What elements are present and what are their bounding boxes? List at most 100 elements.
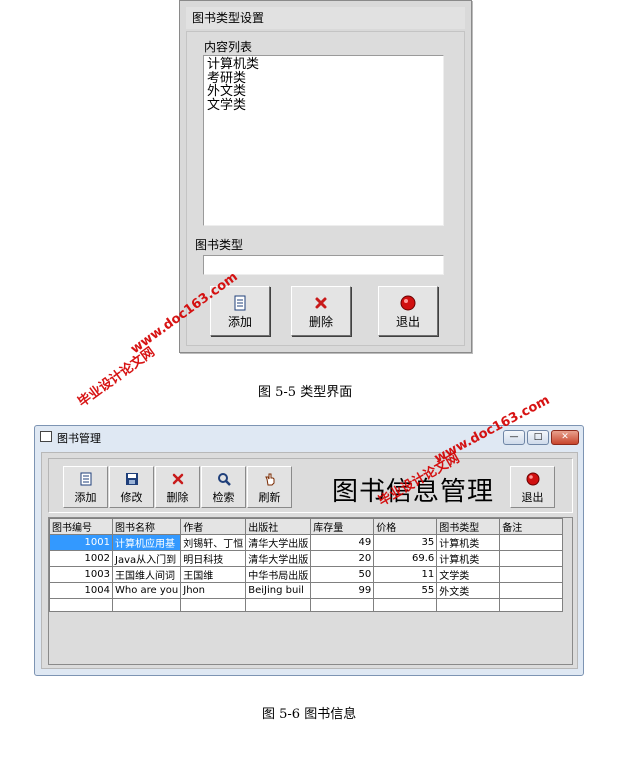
window-client-area: 添加 修改 删除 检索 刷新 图书信息管理 退出 图书编号 图书名称 作者 出版… <box>41 452 578 669</box>
app-icon <box>40 431 52 442</box>
column-header[interactable]: 图书编号 <box>49 518 113 535</box>
table-row[interactable]: 1002 Java从入门到 明日科技 清华大学出版 20 69.6 计算机类 <box>49 550 564 567</box>
document-icon <box>80 472 91 486</box>
table-cell[interactable] <box>49 598 113 612</box>
table-cell[interactable]: 明日科技 <box>180 550 247 567</box>
table-cell[interactable]: 计算机类 <box>436 550 501 567</box>
table-cell[interactable] <box>180 598 247 612</box>
table-cell[interactable]: 1001 <box>49 534 113 551</box>
toolbar-edit-label: 修改 <box>120 491 143 504</box>
book-type-input[interactable] <box>203 255 444 275</box>
toolbar-edit-button[interactable]: 修改 <box>109 466 154 508</box>
list-item[interactable]: 文学类 <box>207 98 440 113</box>
table-cell[interactable]: 刘锡轩、丁恒 <box>180 534 247 551</box>
document-icon <box>234 295 246 311</box>
table-cell[interactable]: Jhon <box>180 582 247 599</box>
book-table: 图书编号 图书名称 作者 出版社 库存量 价格 图书类型 备注 1001 计算机… <box>49 518 564 612</box>
exit-button-label: 退出 <box>395 315 420 329</box>
table-cell[interactable]: 99 <box>310 582 375 599</box>
column-header[interactable]: 作者 <box>180 518 247 535</box>
content-list-label: 内容列表 <box>204 40 253 54</box>
list-item[interactable]: 计算机类 <box>207 58 440 72</box>
table-cell[interactable] <box>436 598 501 612</box>
list-item[interactable]: 外文类 <box>207 85 440 99</box>
table-cell[interactable]: 49 <box>310 534 375 551</box>
table-cell[interactable] <box>499 598 564 612</box>
toolbar-add-button[interactable]: 添加 <box>63 466 108 508</box>
table-row[interactable]: 1004 Who are you Jhon BeiJing buil 99 55… <box>49 582 564 599</box>
table-cell[interactable] <box>499 550 564 567</box>
exit-icon <box>400 295 416 311</box>
delete-x-icon <box>315 297 327 309</box>
table-cell[interactable]: 计算机应用基 <box>111 534 182 551</box>
table-cell[interactable]: 中华书局出版 <box>245 566 312 583</box>
figure-caption-5-6: 图 5-6 图书信息 <box>262 707 357 722</box>
table-cell[interactable] <box>310 598 375 612</box>
add-button-label: 添加 <box>227 315 252 329</box>
table-cell[interactable] <box>499 582 564 599</box>
book-type-label: 图书类型 <box>195 238 244 252</box>
delete-button-label: 删除 <box>308 315 333 329</box>
table-header-row: 图书编号 图书名称 作者 出版社 库存量 价格 图书类型 备注 <box>49 518 564 535</box>
table-cell[interactable]: BeiJing buil <box>245 582 312 599</box>
exit-icon <box>526 472 539 486</box>
table-cell[interactable]: 50 <box>310 566 375 583</box>
toolbar: 添加 修改 删除 检索 刷新 图书信息管理 退出 <box>48 458 573 513</box>
minimize-button[interactable]: — <box>503 430 525 445</box>
column-header[interactable]: 图书类型 <box>436 518 501 535</box>
table-cell[interactable]: Java从入门到 <box>111 550 182 567</box>
toolbar-delete-label: 删除 <box>166 491 189 504</box>
table-cell[interactable] <box>499 534 564 551</box>
toolbar-refresh-label: 刷新 <box>258 491 281 504</box>
book-data-grid[interactable]: 图书编号 图书名称 作者 出版社 库存量 价格 图书类型 备注 1001 计算机… <box>48 517 573 665</box>
list-item[interactable]: 考研类 <box>207 71 440 86</box>
table-cell[interactable]: 35 <box>373 534 438 551</box>
window-title: 图书管理 <box>57 432 101 445</box>
column-header[interactable]: 出版社 <box>245 518 312 535</box>
toolbar-search-button[interactable]: 检索 <box>201 466 246 508</box>
toolbar-delete-button[interactable]: 删除 <box>155 466 200 508</box>
table-cell[interactable] <box>373 598 438 612</box>
table-cell[interactable]: 王国维 <box>180 566 247 583</box>
table-row[interactable]: 1003 王国维人间词 王国维 中华书局出版 50 11 文学类 <box>49 566 564 583</box>
table-row[interactable]: 1001 计算机应用基 刘锡轩、丁恒 清华大学出版 49 35 计算机类 <box>49 534 564 551</box>
book-management-window: 图书管理 — □ ✕ 添加 修改 删除 检索 刷新 图书信息管理 退出 图书编号… <box>34 425 584 676</box>
table-cell[interactable]: 1002 <box>49 550 113 567</box>
table-cell[interactable]: 11 <box>373 566 438 583</box>
table-cell[interactable]: 1004 <box>49 582 113 599</box>
save-disk-icon <box>125 473 138 485</box>
table-cell[interactable]: 文学类 <box>436 566 501 583</box>
toolbar-search-label: 检索 <box>212 491 235 504</box>
table-cell[interactable]: 20 <box>310 550 375 567</box>
table-cell[interactable]: Who are you <box>111 582 182 599</box>
table-cell[interactable]: 清华大学出版 <box>245 534 312 551</box>
column-header[interactable]: 库存量 <box>310 518 375 535</box>
table-cell[interactable]: 计算机类 <box>436 534 501 551</box>
toolbar-add-label: 添加 <box>74 491 97 504</box>
delete-button[interactable]: 删除 <box>291 286 351 336</box>
toolbar-exit-button[interactable]: 退出 <box>510 466 555 508</box>
exit-button[interactable]: 退出 <box>378 286 438 336</box>
table-cell[interactable]: 69.6 <box>373 550 438 567</box>
table-cell[interactable]: 55 <box>373 582 438 599</box>
table-cell[interactable] <box>499 566 564 583</box>
toolbar-exit-label: 退出 <box>521 491 544 504</box>
column-header[interactable]: 图书名称 <box>111 518 182 535</box>
hand-pointer-icon <box>264 473 274 486</box>
search-icon <box>217 473 231 486</box>
watermark-site-name: 毕业设计论文网 <box>75 344 158 411</box>
toolbar-refresh-button[interactable]: 刷新 <box>247 466 292 508</box>
table-row-empty[interactable] <box>49 598 564 612</box>
table-cell[interactable]: 1003 <box>49 566 113 583</box>
table-cell[interactable] <box>245 598 312 612</box>
table-cell[interactable]: 清华大学出版 <box>245 550 312 567</box>
table-cell[interactable]: 外文类 <box>436 582 501 599</box>
maximize-button[interactable]: □ <box>527 430 549 445</box>
category-listbox[interactable]: 计算机类 考研类 外文类 文学类 <box>203 55 444 226</box>
delete-x-icon <box>172 473 183 485</box>
close-button[interactable]: ✕ <box>551 430 579 445</box>
column-header[interactable]: 价格 <box>373 518 438 535</box>
table-cell[interactable]: 王国维人间词 <box>111 566 182 583</box>
column-header[interactable]: 备注 <box>499 518 564 535</box>
table-cell[interactable] <box>111 598 182 612</box>
